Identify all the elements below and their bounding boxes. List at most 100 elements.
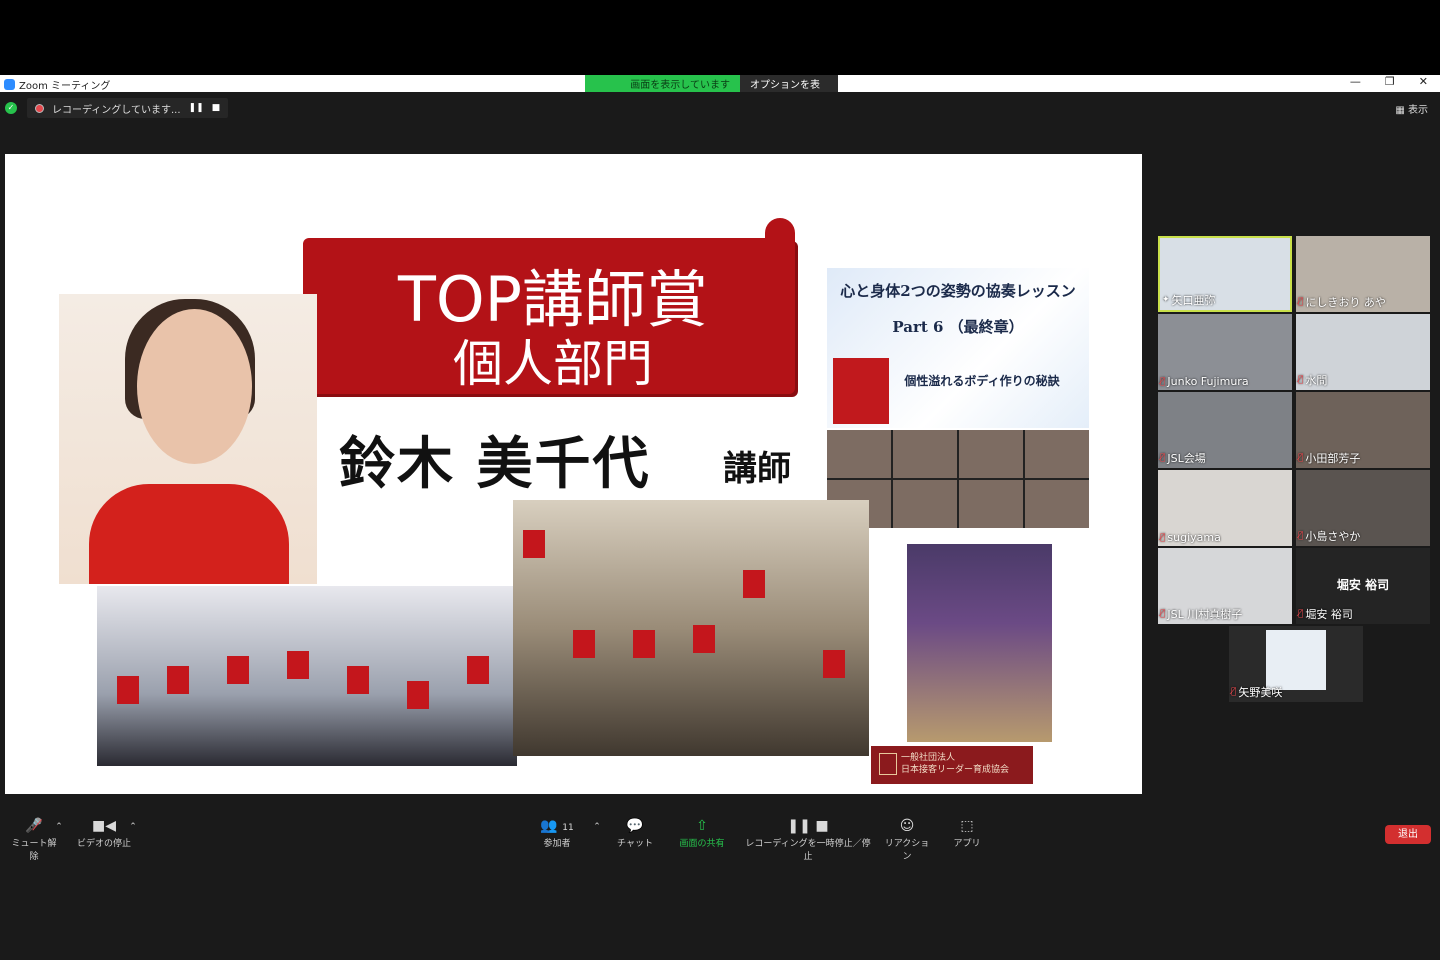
chat-button[interactable]: 💬 チャット bbox=[616, 818, 654, 849]
red-book bbox=[407, 681, 429, 709]
video-label: ビデオの停止 bbox=[76, 839, 131, 849]
share-screen-button[interactable]: ⇧ 画面の共有 bbox=[676, 818, 728, 849]
record-dot-icon bbox=[35, 103, 44, 113]
participant-label: 🎙̸ sugiyama bbox=[1160, 531, 1221, 544]
share-screen-icon: ⇧ bbox=[696, 818, 708, 834]
muted-mic-icon: 🎙̸ bbox=[1298, 609, 1304, 619]
instructor-honorific: 講師 bbox=[723, 449, 791, 489]
red-book bbox=[467, 656, 489, 684]
participant-name: 堀安 裕司 bbox=[1305, 608, 1353, 621]
class-group-photo bbox=[97, 586, 517, 766]
participant-label: 🎙̸ JSL 川村真樹子 bbox=[1160, 606, 1242, 622]
pause-stop-icon: ❚❚ ■ bbox=[787, 818, 829, 834]
reactions-button[interactable]: ☺ リアクション bbox=[882, 818, 932, 862]
participant-label: 🎙̸ Junko Fujimura bbox=[1160, 375, 1249, 388]
award-category: 個人部門 bbox=[453, 335, 653, 393]
instructor-portrait bbox=[59, 294, 317, 584]
top-letterbox bbox=[0, 0, 1440, 75]
participant-name: 水間 bbox=[1305, 374, 1328, 387]
red-book bbox=[743, 570, 765, 598]
window-controls: — ❐ ✕ bbox=[1350, 75, 1428, 88]
app-title: Zoom ミーティング bbox=[19, 81, 111, 92]
maximize-icon[interactable]: ❐ bbox=[1385, 75, 1395, 88]
minimize-icon[interactable]: — bbox=[1350, 75, 1361, 88]
stop-recording-icon[interactable]: ■ bbox=[212, 103, 221, 113]
video-options-chevron-icon[interactable]: ⌃ bbox=[128, 822, 138, 832]
muted-mic-icon: 🎙̸ bbox=[1160, 376, 1166, 387]
share-banner: 画面を表示しています オプションを表示 ⌄ bbox=[585, 75, 838, 106]
leave-meeting-button[interactable]: 退出 bbox=[1385, 825, 1431, 844]
participant-count: 11 bbox=[562, 823, 574, 833]
options-button[interactable]: オプションを表示 ⌄ bbox=[740, 75, 838, 106]
video-button[interactable]: ■◀ ビデオの停止 bbox=[76, 818, 132, 849]
recording-bar: ✓ レコーディングしています... ❚❚ ■ bbox=[5, 98, 229, 118]
muted-mic-icon: 🎙̸ bbox=[1160, 532, 1166, 543]
pause-recording-icon[interactable]: ❚❚ bbox=[189, 103, 204, 113]
participant-tile[interactable]: 堀安 裕司 🎙̸ 堀安 裕司 bbox=[1296, 548, 1430, 624]
participant-tile[interactable]: 🎙̸ 水間 bbox=[1296, 314, 1430, 390]
participants-icon-group: 👥 11 bbox=[536, 818, 578, 836]
mute-label: ミュート解除 bbox=[11, 839, 57, 862]
record-label: レコーディングを一時停止／停止 bbox=[745, 839, 871, 862]
shared-slide: TOP講師賞 個人部門 鈴木 美千代 講師 心と身体2つの姿勢の協奏レッスン P… bbox=[5, 154, 1142, 794]
assoc-line2: 日本接客リーダー育成協会 bbox=[901, 765, 1010, 775]
instructor-name: 鈴木 美千代 bbox=[339, 432, 651, 497]
red-book bbox=[167, 666, 189, 694]
portrait-dress bbox=[89, 484, 289, 584]
window-titlebar: Zoom ミーティング 画面を表示しています オプションを表示 ⌄ — ❐ ✕ bbox=[0, 75, 1440, 106]
view-button[interactable]: ▦ 表示 bbox=[1395, 101, 1428, 116]
participant-name: 小島さやか bbox=[1305, 530, 1361, 543]
participant-label: 🎙̸ 小島さやか bbox=[1298, 528, 1360, 544]
security-shield-icon[interactable]: ✓ bbox=[5, 102, 17, 114]
red-book bbox=[347, 666, 369, 694]
apps-button[interactable]: ⬚ アプリ bbox=[950, 818, 984, 849]
chat-label: チャット bbox=[617, 839, 653, 849]
participant-label: 🎙̸ 小田部芳子 bbox=[1298, 450, 1360, 466]
muted-mic-icon: 🎤̸ bbox=[25, 818, 43, 834]
muted-mic-icon: 🎙̸ bbox=[1231, 687, 1237, 697]
muted-mic-icon: 🎙̸ bbox=[1298, 297, 1304, 307]
book-tagline: 個性溢れるボディ作りの秘訣 bbox=[904, 374, 1060, 388]
smiley-plus-icon: ☺ bbox=[899, 818, 915, 834]
participant-tile[interactable]: 🎙̸ JSL会場 bbox=[1158, 392, 1292, 468]
muted-mic-icon: 🎙̸ bbox=[1160, 453, 1166, 463]
participants-options-chevron-icon[interactable]: ⌃ bbox=[592, 822, 602, 832]
participants-button[interactable]: 👥 11 参加者 bbox=[536, 818, 578, 849]
participant-name: 矢口亜弥 bbox=[1171, 294, 1216, 307]
mute-button[interactable]: 🎤̸ ミュート解除 bbox=[8, 818, 60, 862]
participant-photo bbox=[1266, 630, 1326, 690]
red-book bbox=[117, 676, 139, 704]
participant-label: 🎙̸ 矢野美咲 bbox=[1231, 684, 1282, 700]
red-book bbox=[287, 651, 309, 679]
participant-tile[interactable]: ✦ 矢口亜弥 bbox=[1158, 236, 1292, 312]
book-card: 心と身体2つの姿勢の協奏レッスン Part 6 （最終章） 個性溢れるボディ作り… bbox=[827, 268, 1089, 428]
apps-icon: ⬚ bbox=[960, 818, 974, 834]
workshop-group-photo bbox=[513, 500, 869, 756]
event-photo bbox=[907, 544, 1052, 742]
association-logo: 一般社団法人 日本接客リーダー育成協会 bbox=[871, 746, 1033, 784]
audio-options-chevron-icon[interactable]: ⌃ bbox=[54, 822, 64, 832]
participant-label: 🎙̸ JSL会場 bbox=[1160, 450, 1206, 466]
participant-tile[interactable]: 🎙̸ 小島さやか bbox=[1296, 470, 1430, 546]
book-title: 心と身体2つの姿勢の協奏レッスン bbox=[840, 282, 1076, 300]
muted-mic-icon: 🎙̸ bbox=[1298, 531, 1304, 541]
participant-tile[interactable]: 🎙̸ にしきおり あや bbox=[1296, 236, 1430, 312]
book-part: Part 6 （最終章） bbox=[892, 318, 1024, 336]
close-icon[interactable]: ✕ bbox=[1419, 75, 1428, 88]
association-mark-icon bbox=[879, 753, 897, 775]
participant-tile[interactable]: 🎙̸ JSL 川村真樹子 bbox=[1158, 548, 1292, 624]
participant-tile[interactable]: 🎙̸ sugiyama bbox=[1158, 470, 1292, 546]
session-thumb bbox=[827, 430, 891, 478]
participant-tile[interactable]: 🎙̸ Junko Fujimura bbox=[1158, 314, 1292, 390]
red-book bbox=[823, 650, 845, 678]
book-cover-image bbox=[833, 358, 889, 424]
recording-indicator: レコーディングしています... ❚❚ ■ bbox=[27, 98, 229, 118]
session-thumb bbox=[1025, 480, 1089, 528]
participant-tile[interactable]: 🎙̸ 小田部芳子 bbox=[1296, 392, 1430, 468]
red-book bbox=[573, 630, 595, 658]
share-label: 画面の共有 bbox=[679, 839, 725, 849]
participant-name: JSL 川村真樹子 bbox=[1167, 608, 1243, 621]
record-button[interactable]: ❚❚ ■ レコーディングを一時停止／停止 bbox=[742, 818, 874, 862]
portrait-face bbox=[137, 309, 252, 464]
participant-tile[interactable]: 🎙̸ 矢野美咲 bbox=[1229, 626, 1363, 702]
